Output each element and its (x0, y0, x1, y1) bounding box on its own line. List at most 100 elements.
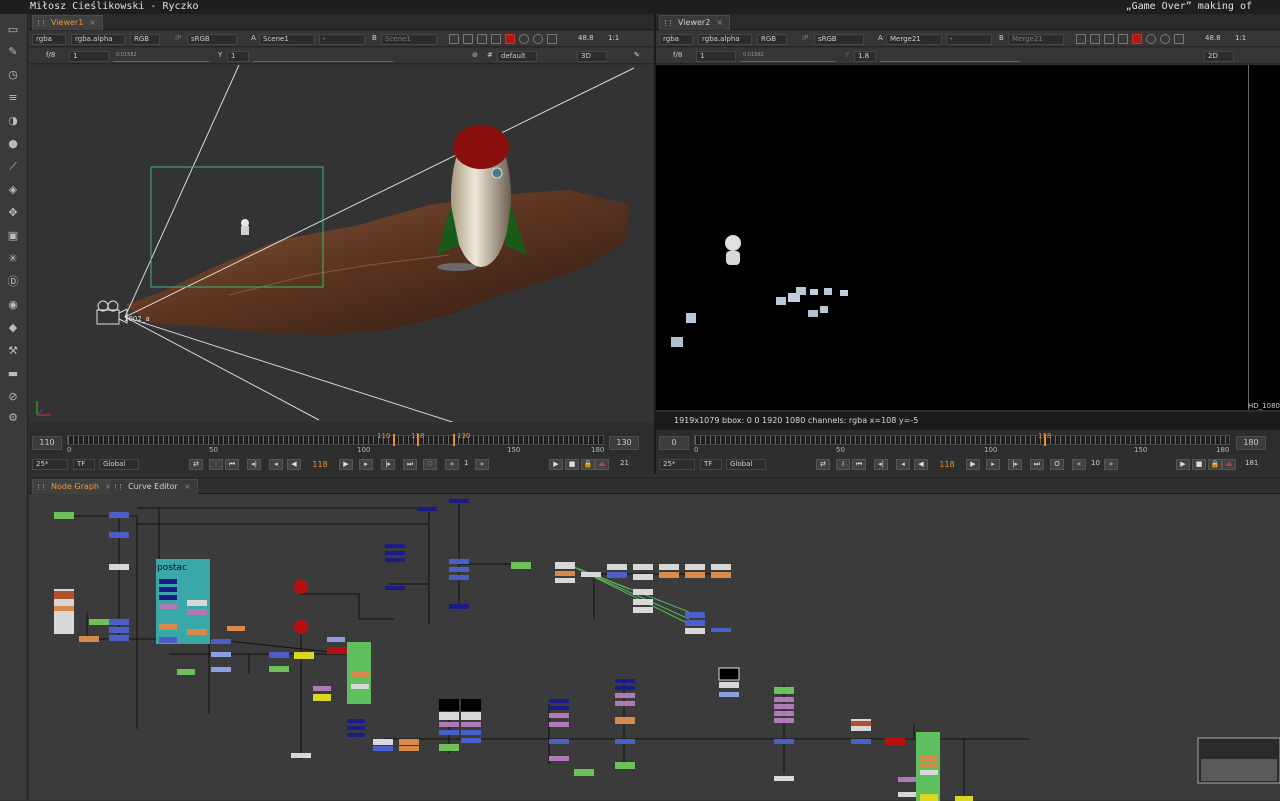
refresh-icon[interactable] (1146, 34, 1156, 44)
gamma-field[interactable]: 1 (227, 51, 249, 62)
other-icon[interactable]: ▬ (6, 366, 20, 380)
mask-icon[interactable] (1118, 34, 1128, 44)
channels-dropdown[interactable]: rgba (32, 34, 66, 45)
gamma-field[interactable]: 1.8 (854, 51, 876, 62)
out-button[interactable]: O (423, 459, 437, 470)
tf-dropdown[interactable]: TF (700, 459, 722, 470)
channels-dropdown[interactable]: rgba (659, 34, 693, 45)
tab-curve-editor[interactable]: Curve Editor × (109, 479, 198, 494)
ip-toggle[interactable]: IP (172, 34, 186, 45)
a-input-dropdown[interactable]: Scene1 (259, 34, 315, 45)
lut-dropdown[interactable]: sRGB (187, 34, 237, 45)
last-frame-button[interactable]: ⏭ (1030, 459, 1044, 470)
layers-icon[interactable]: ◈ (6, 182, 20, 196)
gain-field[interactable]: 1 (69, 51, 109, 62)
prev-key-button[interactable]: ◂| (247, 459, 261, 470)
step-field[interactable]: 1 (461, 459, 471, 470)
roi-icon[interactable] (1076, 34, 1086, 44)
loop-icon[interactable]: ⇄ (816, 459, 830, 470)
transform-icon[interactable]: ✥ (6, 205, 20, 219)
viewer1-viewport[interactable]: 1002_a (29, 65, 654, 422)
render-icon[interactable]: ▶ (1176, 459, 1190, 470)
gamma-slider[interactable] (253, 51, 393, 62)
timeline-slider[interactable] (694, 435, 1230, 445)
gain-field[interactable]: 1 (696, 51, 736, 62)
close-icon[interactable]: × (89, 18, 96, 27)
end-frame-field[interactable]: 21 (617, 459, 637, 470)
furnace-icon[interactable]: ⊘ (6, 389, 20, 403)
camera-icon[interactable]: ⊘ (469, 51, 479, 62)
picker-icon[interactable]: ✎ (631, 51, 641, 62)
tab-node-graph[interactable]: Node Graph× (32, 479, 119, 494)
alpha-dropdown[interactable]: rgba.alpha (71, 34, 125, 45)
gamma-slider[interactable] (880, 51, 1020, 62)
in-button[interactable]: I (209, 459, 223, 470)
metadata-icon[interactable]: ◆ (6, 320, 20, 334)
out-button[interactable]: O (1050, 459, 1064, 470)
ip-toggle[interactable]: IP (799, 34, 813, 45)
node-graph-canvas[interactable]: postac (29, 494, 1280, 801)
prev-frame-button[interactable]: ◂ (269, 459, 283, 470)
node-icon[interactable]: ▭ (6, 22, 20, 36)
view-icon[interactable]: ◉ (6, 297, 20, 311)
a-input-dropdown[interactable]: Merge21 (886, 34, 942, 45)
paint-icon[interactable]: ✎ (6, 44, 20, 58)
scope-dropdown[interactable]: Global (726, 459, 766, 470)
flipbook-icon[interactable]: ⏏ (1222, 459, 1236, 470)
close-icon[interactable]: × (184, 482, 191, 491)
rgb-dropdown[interactable]: RGB (130, 34, 160, 45)
fps-dropdown[interactable]: 25* (659, 459, 695, 470)
sync-icon[interactable] (533, 34, 543, 44)
fstop-field[interactable]: f/8 (43, 51, 63, 62)
alpha-dropdown[interactable]: rgba.alpha (698, 34, 752, 45)
clip-warning-icon[interactable] (1132, 34, 1142, 44)
stop-icon[interactable]: ■ (1192, 459, 1206, 470)
last-frame-button[interactable]: ⏭ (403, 459, 417, 470)
prev-frame-button[interactable]: ◂ (896, 459, 910, 470)
3d-icon[interactable]: ▣ (6, 228, 20, 242)
deep-icon[interactable]: Ⓓ (6, 274, 20, 288)
play-button[interactable]: ▶ (339, 459, 353, 470)
viewer2-viewport[interactable]: HD_1080 (656, 65, 1280, 410)
proxy-icon[interactable] (1090, 34, 1100, 44)
in-button[interactable]: I (836, 459, 850, 470)
gain-slider[interactable]: 0.01562 (113, 51, 209, 62)
step-back-button[interactable]: « (445, 459, 459, 470)
play-button[interactable]: ▶ (966, 459, 980, 470)
gain-slider[interactable]: 0.01562 (740, 51, 836, 62)
tf-dropdown[interactable]: TF (73, 459, 95, 470)
blend-mode-dropdown[interactable]: - (946, 34, 992, 45)
lock-icon[interactable]: 🔒 (1208, 459, 1222, 470)
rgb-dropdown[interactable]: RGB (757, 34, 787, 45)
color-icon[interactable]: ◑ (6, 113, 20, 127)
zoom-field[interactable]: 48.8 (1202, 34, 1228, 45)
step-forward-button[interactable]: » (1104, 459, 1118, 470)
loop-icon[interactable]: ⇄ (189, 459, 203, 470)
b-input-dropdown[interactable]: Scene1 (381, 34, 437, 45)
filter-icon[interactable]: ⟋ (6, 159, 20, 173)
step-back-button[interactable]: « (1072, 459, 1086, 470)
current-frame-field[interactable]: 118 (934, 459, 960, 470)
camera-icon[interactable] (96, 300, 128, 325)
proxy-icon[interactable] (463, 34, 473, 44)
prev-key-button[interactable]: ◂| (874, 459, 888, 470)
nodes[interactable] (54, 499, 973, 801)
next-frame-button[interactable]: ▸ (986, 459, 1000, 470)
render-icon[interactable]: ▶ (549, 459, 563, 470)
guides-icon[interactable] (1104, 34, 1114, 44)
ratio-dropdown[interactable]: 1:1 (605, 34, 627, 45)
gear-icon[interactable]: ⚙ (6, 410, 20, 424)
flipbook-icon[interactable]: ⏏ (595, 459, 609, 470)
play-back-button[interactable]: ◀ (287, 459, 301, 470)
blend-mode-dropdown[interactable]: - (319, 34, 365, 45)
view-mode-dropdown[interactable]: 3D (577, 51, 607, 62)
channel-icon[interactable]: ≡ (6, 90, 20, 104)
current-frame-field[interactable]: 118 (307, 459, 333, 470)
guides-icon[interactable] (477, 34, 487, 44)
pause-icon[interactable] (547, 34, 557, 44)
tab-viewer1[interactable]: Viewer1 × (32, 15, 103, 30)
b-input-dropdown[interactable]: Merge21 (1008, 34, 1064, 45)
first-frame-button[interactable]: ⏮ (852, 459, 866, 470)
fps-dropdown[interactable]: 25* (32, 459, 68, 470)
next-key-button[interactable]: |▸ (1008, 459, 1022, 470)
